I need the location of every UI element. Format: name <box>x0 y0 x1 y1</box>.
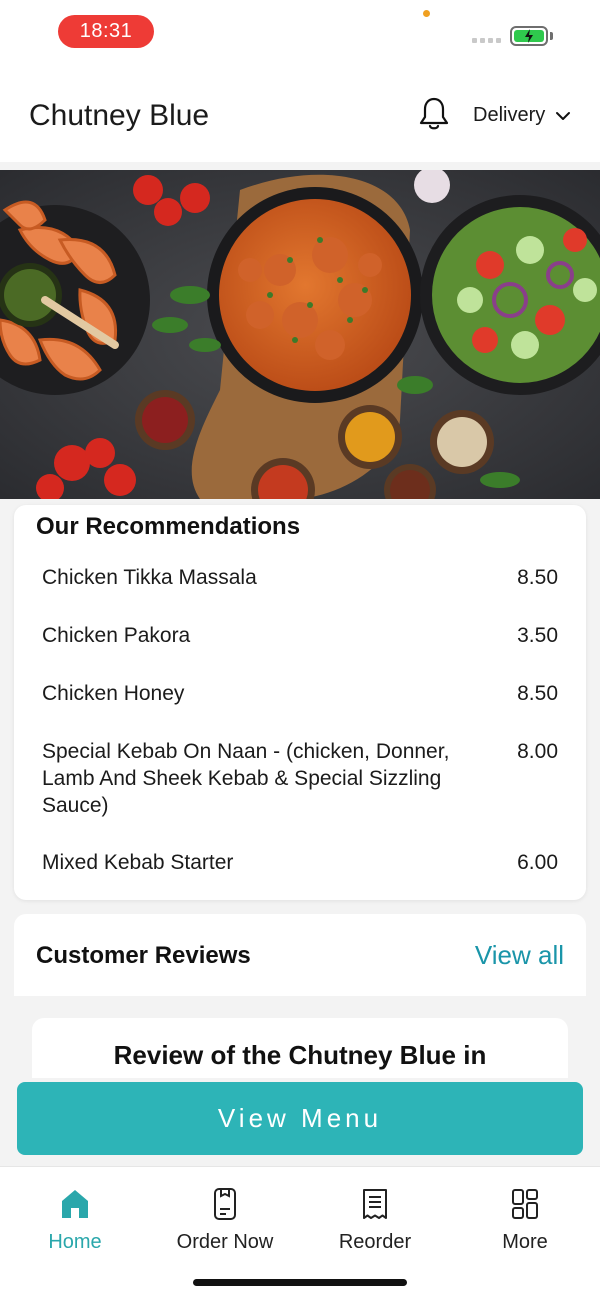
item-price: 3.50 <box>517 624 558 647</box>
app-header: Chutney Blue Delivery <box>0 64 600 162</box>
camera-indicator-dot <box>423 10 430 17</box>
home-icon <box>62 1190 88 1218</box>
item-price: 8.50 <box>517 566 558 589</box>
delivery-label: Delivery <box>473 104 546 126</box>
recommendations-title: Our Recommendations <box>36 513 301 540</box>
battery-charging-icon <box>510 26 548 46</box>
delivery-mode-select[interactable]: Delivery <box>473 104 571 127</box>
item-name: Chicken Tikka Massala <box>42 566 257 589</box>
bell-icon[interactable] <box>418 96 450 132</box>
item-name: Chicken Honey <box>42 682 185 705</box>
item-name: Chicken Pakora <box>42 624 191 647</box>
item-price: 8.00 <box>517 740 558 763</box>
nav-item-order-now[interactable]: Order Now <box>150 1187 300 1254</box>
nav-label: Reorder <box>338 1231 412 1253</box>
grid-icon <box>512 1189 538 1219</box>
status-bar: 18:31 <box>0 0 600 64</box>
chevron-down-icon <box>556 111 571 120</box>
receipt-icon <box>363 1189 387 1219</box>
nav-label: Order Now <box>176 1231 274 1253</box>
recommendation-item[interactable]: Mixed Kebab Starter 6.00 <box>42 849 558 876</box>
item-name: Mixed Kebab Starter <box>42 851 234 874</box>
item-price: 6.00 <box>517 851 558 874</box>
hero-banner-image <box>0 170 600 499</box>
battery-cap <box>550 32 553 40</box>
signal-icon <box>472 38 501 43</box>
restaurant-title: Chutney Blue <box>29 99 210 132</box>
status-time: 18:31 <box>58 15 154 48</box>
recommendations-card: Our Recommendations Chicken Tikka Massal… <box>14 505 586 900</box>
customer-reviews-title: Customer Reviews <box>36 942 251 969</box>
nav-item-home[interactable]: Home <box>0 1187 150 1254</box>
recommendation-item[interactable]: Chicken Pakora 3.50 <box>42 622 558 649</box>
view-all-reviews-link[interactable]: View all <box>475 940 564 971</box>
nav-label: Home <box>48 1231 102 1253</box>
recommendation-item[interactable]: Chicken Tikka Massala 8.50 <box>42 564 558 591</box>
home-indicator[interactable] <box>193 1279 407 1286</box>
item-name: Special Kebab On Naan - (chicken, Donner… <box>42 740 450 817</box>
nav-item-reorder[interactable]: Reorder <box>300 1187 450 1254</box>
recommendation-item[interactable]: Chicken Honey 8.50 <box>42 680 558 707</box>
recommendation-item[interactable]: Special Kebab On Naan - (chicken, Donner… <box>42 738 558 819</box>
customer-reviews-header: Customer Reviews View all <box>14 914 586 996</box>
review-card[interactable]: Review of the Chutney Blue in <box>32 1018 568 1078</box>
phone-order-icon <box>214 1188 236 1220</box>
view-menu-button[interactable]: View Menu <box>17 1082 583 1155</box>
nav-item-more[interactable]: More <box>450 1187 600 1254</box>
nav-label: More <box>502 1231 548 1253</box>
item-price: 8.50 <box>517 682 558 705</box>
review-heading: Review of the Chutney Blue in <box>113 1040 487 1070</box>
